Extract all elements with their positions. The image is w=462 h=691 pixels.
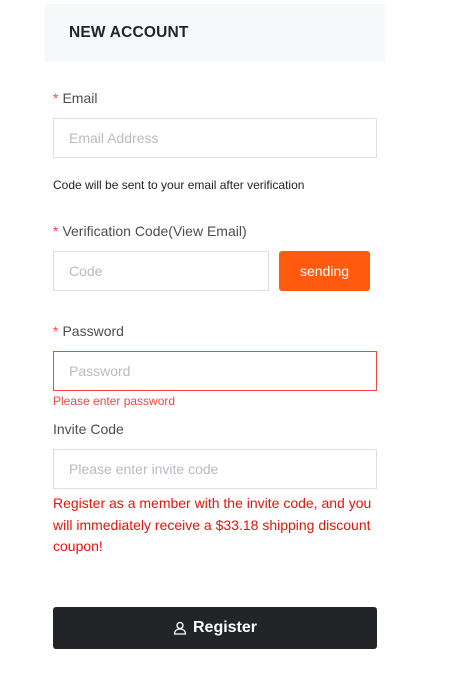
required-mark: *: [53, 90, 59, 106]
password-error-message: Please enter password: [53, 394, 176, 408]
user-icon: [173, 621, 187, 635]
send-code-button[interactable]: sending: [279, 251, 370, 291]
form-header: NEW ACCOUNT: [45, 4, 385, 62]
register-button[interactable]: Register: [53, 607, 377, 649]
required-mark: *: [53, 323, 59, 339]
password-label-text: Password: [62, 323, 124, 339]
email-field-wrapper: [53, 118, 377, 158]
verification-code-field[interactable]: [69, 263, 268, 279]
register-button-label: Register: [192, 619, 258, 636]
verification-code-label: * Verification Code(View Email): [53, 223, 247, 239]
verification-code-label-text: Verification Code(View Email): [62, 223, 247, 239]
code-field-wrapper: [53, 251, 269, 291]
page-title: NEW ACCOUNT: [69, 24, 189, 41]
password-label: * Password: [53, 323, 124, 339]
required-mark: *: [53, 223, 59, 239]
invite-code-field[interactable]: [69, 461, 376, 477]
invite-code-label: Invite Code: [53, 421, 124, 437]
email-label: * Email: [53, 90, 97, 106]
password-field[interactable]: [69, 363, 376, 379]
registration-page: NEW ACCOUNT *Email Code will be sent to …: [0, 0, 462, 691]
email-hint: Code will be sent to your email after ve…: [53, 178, 305, 192]
invite-field-wrapper: [53, 449, 377, 489]
email-field[interactable]: [69, 130, 376, 146]
email-label-text: Email: [62, 90, 98, 106]
password-field-wrapper: [53, 351, 377, 391]
invite-promo-text: Register as a member with the invite cod…: [53, 495, 372, 554]
